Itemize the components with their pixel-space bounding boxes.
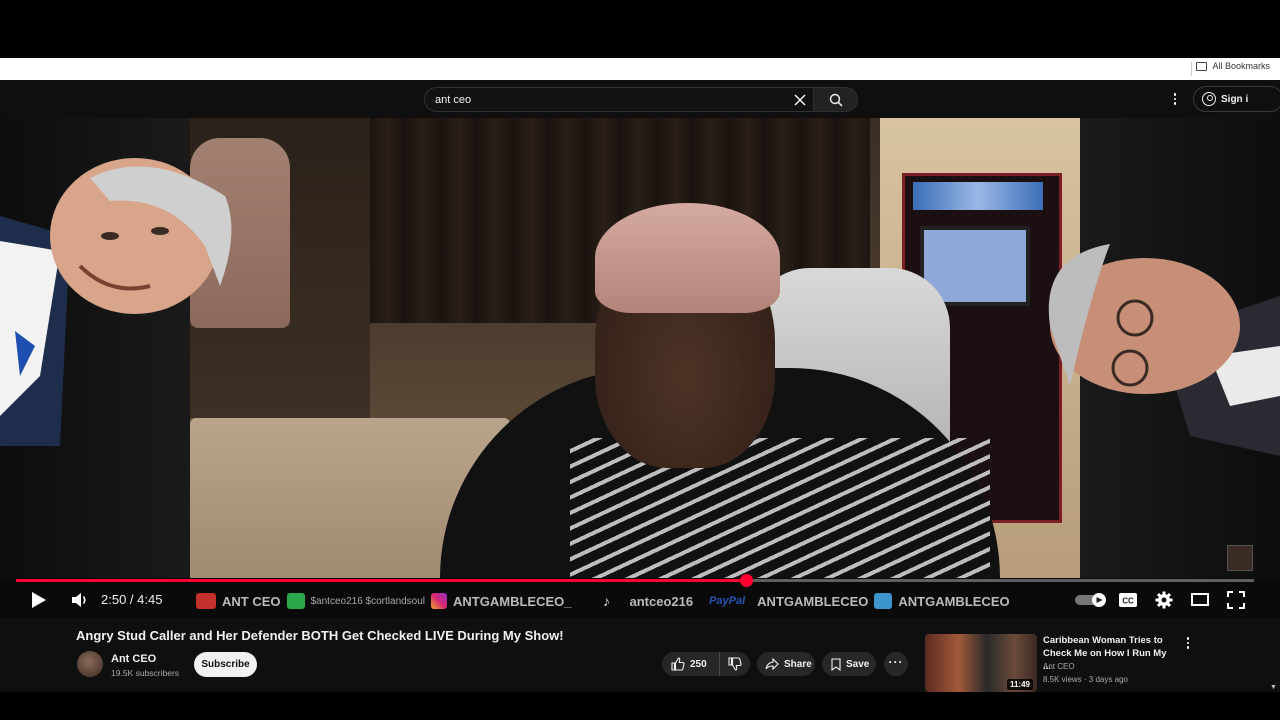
save-label: Save [846,658,870,670]
thumbs-down-icon [728,657,742,671]
corner-thumbnail [1227,545,1253,571]
like-dislike-group: 250 [662,652,750,676]
all-bookmarks-button[interactable]: All Bookmarks [1196,61,1270,71]
progress-bar[interactable] [16,574,1254,587]
ticker-tiktok: antceo216 [629,593,694,609]
subscribe-button[interactable]: Subscribe [194,652,257,677]
stream-ticker: ANT CEO $antceo216 $cortlandsoul ANTGAMB… [196,591,1010,611]
sign-in-button[interactable]: Sign i [1193,86,1280,112]
youtube-logo-icon [196,593,216,609]
video-player[interactable]: 2:50 / 4:45 ANT CEO $antceo216 $cortland… [0,118,1280,618]
svg-text:CC: CC [1122,597,1134,606]
folder-icon [1196,61,1208,71]
time-display: 2:50 / 4:45 [101,592,163,607]
venmo-icon [874,593,893,609]
progress-played [16,579,747,582]
clear-search-icon[interactable] [793,93,807,107]
sticker-man-right [1048,244,1280,456]
share-button[interactable]: Share [757,652,815,676]
jacket-stripes [570,438,990,578]
volume-icon[interactable] [70,591,90,609]
ticker-paypal: ANTGAMBLECEO [757,593,869,609]
bookmarks-bar: All Bookmarks [0,58,1280,80]
person-durag [595,203,780,313]
save-button[interactable]: Save [822,652,876,676]
share-label: Share [784,658,812,670]
cashapp-icon [286,593,305,609]
captions-icon[interactable]: CC [1118,592,1138,608]
player-controls: 2:50 / 4:45 ANT CEO $antceo216 $cortland… [0,584,1280,618]
paypal-logo: PayPal [709,595,746,607]
ticker-venmo: ANTGAMBLECEO [898,593,1010,609]
settings-menu-icon[interactable] [1168,90,1182,108]
recommendation-meta: 8.5K views · 3 days ago [1043,675,1128,684]
user-icon [1202,92,1216,106]
video-frame [190,118,1080,578]
search-button[interactable] [814,87,858,112]
video-title: Angry Stud Caller and Her Defender BOTH … [76,628,564,643]
like-count: 250 [690,658,707,670]
tiktok-icon: ♪ [602,593,610,609]
theater-mode-icon[interactable] [1191,593,1209,606]
subscriber-count: 19.5K subscribers [111,668,180,678]
sign-in-label: Sign i [1221,93,1249,105]
bookmarks-separator [1191,62,1192,76]
sticker-man-left [0,158,232,446]
ticker-youtube: ANT CEO [222,593,281,609]
more-horizontal-icon: ··· [888,655,904,669]
more-actions-button[interactable]: ··· [884,652,908,676]
arcade-marquee [913,182,1043,210]
bottom-letterbox [0,692,1280,720]
instagram-icon [431,593,448,609]
fullscreen-icon[interactable] [1227,591,1245,609]
recommendation-duration: 11:49 [1006,679,1033,690]
recommendation-channel[interactable]: Ant CEO [1043,662,1075,671]
search-icon [829,93,843,107]
ticker-instagram: ANTGAMBLECEO_ [453,593,572,609]
youtube-header: Sign i [0,80,1280,118]
thumbs-up-icon [671,657,685,671]
like-button[interactable]: 250 [662,652,720,676]
channel-avatar[interactable] [77,651,103,677]
bookmark-icon [831,657,841,671]
dislike-button[interactable] [720,652,750,676]
scroll-down-arrow-icon[interactable]: ▼ [1270,684,1277,691]
search-input[interactable] [435,93,775,106]
recommendation-menu-icon[interactable] [1183,636,1193,650]
recommendation-thumbnail[interactable]: 11:49 [925,634,1037,692]
search-box[interactable] [424,87,814,112]
autoplay-toggle[interactable] [1074,592,1108,608]
settings-gear-icon[interactable] [1155,591,1173,609]
play-icon[interactable] [30,590,48,610]
share-icon [765,658,779,670]
ticker-cashapp: $antceo216 $cortlandsoul [310,595,426,607]
top-letterbox [0,0,1280,58]
channel-name[interactable]: Ant CEO [111,653,156,665]
video-info-section: Angry Stud Caller and Her Defender BOTH … [0,618,1280,692]
all-bookmarks-label: All Bookmarks [1212,61,1270,71]
